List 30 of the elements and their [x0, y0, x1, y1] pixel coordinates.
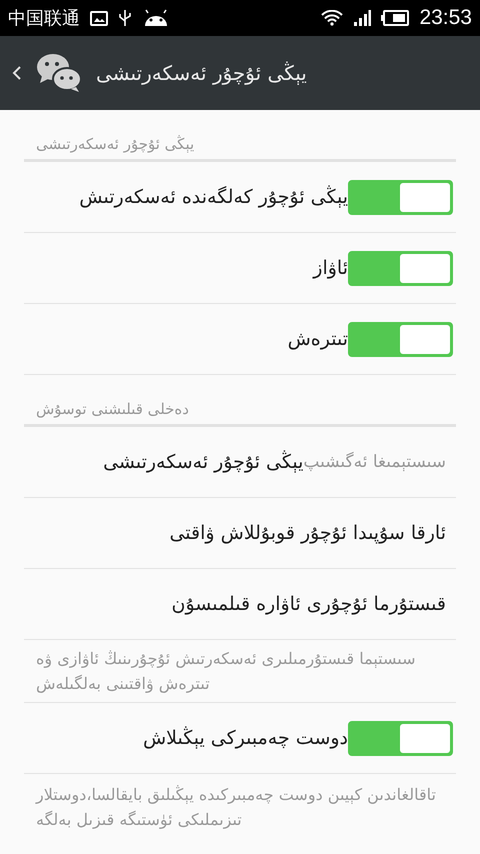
- toggle-switch[interactable]: [348, 720, 453, 756]
- clock-time: 23:53: [419, 6, 472, 30]
- chat-bubbles-icon: [36, 53, 82, 93]
- wifi-icon: [321, 10, 344, 26]
- setting-label: تىترەش: [288, 328, 348, 350]
- setting-item[interactable]: سىستېمىغا ئەگىشىپيېڭى ئۇچۇر ئەسكەرتىشى: [24, 427, 456, 498]
- back-icon[interactable]: [12, 65, 22, 81]
- setting-hint: سىستېمىغا ئەگىشىپ: [303, 452, 446, 472]
- battery-icon: [381, 10, 410, 26]
- usb-icon: [118, 9, 132, 27]
- android-icon: [142, 9, 170, 27]
- toggle-switch[interactable]: [348, 250, 453, 286]
- setting-item[interactable]: قىستۇرما ئۇچۇرى ئاۋارە قىلمىسۇن: [24, 569, 456, 640]
- setting-label: ئارقا سۇپىدا ئۇچۇر قوبۇللاش ۋاقتى: [169, 522, 446, 544]
- image-icon: [90, 10, 108, 26]
- setting-label: قىستۇرما ئۇچۇرى ئاۋارە قىلمىسۇن: [172, 593, 446, 615]
- setting-item[interactable]: ئارقا سۇپىدا ئۇچۇر قوبۇللاش ۋاقتى: [24, 498, 456, 569]
- carrier-name: 中国联通: [8, 7, 80, 30]
- toggle-switch[interactable]: [348, 180, 453, 214]
- setting-label: يېڭى ئۇچۇر كەلگەندە ئەسكەرتىش: [79, 186, 348, 208]
- setting-description: تاقالغاندىن كېيىن دوست چەمبىركىدە يېڭىلىق بايقالسا،دوستلار تىزىملىكى ئۈستىگە قىزىل بەلگە: [34, 784, 437, 831]
- setting-description: سىستېما قىستۇرمىلىرى ئەسكەرتىش ئۇچۇرىنىڭ ئاۋازى ۋە تىترەش ۋاقتىنى بەلگىلەش: [24, 640, 456, 703]
- section-title: يېڭى ئۇچۇر ئەسكەرتىشى: [24, 129, 456, 162]
- section-title: دەخلى قىلىشنى توسۇش: [24, 394, 456, 427]
- signal-icon: [353, 10, 372, 26]
- toggle-switch[interactable]: [348, 322, 453, 356]
- setting-label: ئاۋاز: [313, 257, 348, 279]
- setting-label: يېڭى ئۇچۇر ئەسكەرتىشى: [103, 451, 304, 473]
- page-title: يېڭى ئۇچۇر ئەسكەرتىشى: [96, 61, 307, 85]
- setting-label: دوست چەمبىركى يېڭىلاش: [142, 727, 348, 749]
